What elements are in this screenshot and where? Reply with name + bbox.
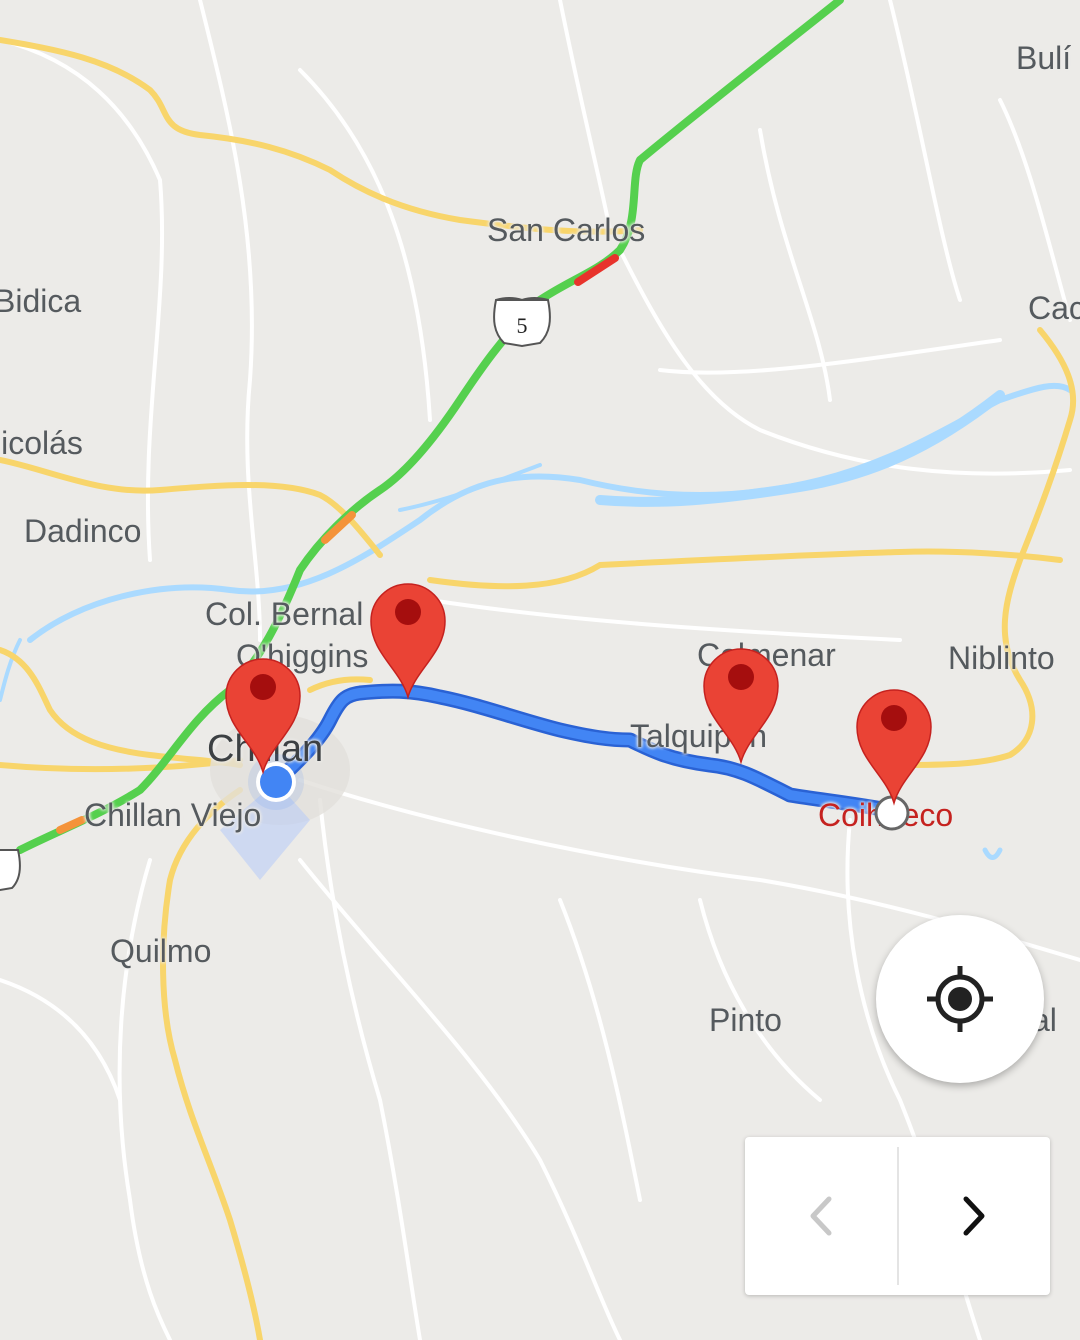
place-label-bidica: Bidica <box>0 283 82 319</box>
crosshair-location-icon <box>927 966 993 1032</box>
place-label-colmenar: Colmenar <box>697 637 836 673</box>
place-label-dadinco: Dadinco <box>24 513 142 549</box>
route-step-pager <box>745 1137 1050 1295</box>
place-label-buli: Bulí <box>1016 40 1072 76</box>
my-location-button[interactable] <box>876 915 1044 1083</box>
place-label-san-carlos: San Carlos <box>487 212 646 248</box>
place-label-chillan: Chillan <box>207 728 324 770</box>
place-label-talquipen: Talquipen <box>630 718 767 754</box>
next-button[interactable] <box>899 1137 1051 1295</box>
place-label-coihueco: Coihueco <box>818 797 954 833</box>
route-path <box>268 683 896 818</box>
place-label-cac: Cac <box>1028 290 1080 326</box>
place-label-chillan-viejo: Chillan Viejo <box>84 797 262 833</box>
place-label-nicolas: licolás <box>0 425 83 461</box>
place-label-ohiggins: O'higgins <box>236 638 369 674</box>
place-label-niblinto: Niblinto <box>948 640 1055 676</box>
chevron-left-icon <box>810 1196 832 1236</box>
chevron-right-icon <box>963 1196 985 1236</box>
place-label-col-bernardo: Col. Bernal <box>205 596 364 632</box>
place-label-pinto: Pinto <box>709 1002 782 1038</box>
previous-button[interactable] <box>745 1137 897 1295</box>
map-canvas[interactable]: Bulí San Carlos Bidica Cac licolás Dadin… <box>0 0 1080 1340</box>
place-label-quilmo: Quilmo <box>110 933 212 969</box>
rivers <box>0 382 1073 860</box>
